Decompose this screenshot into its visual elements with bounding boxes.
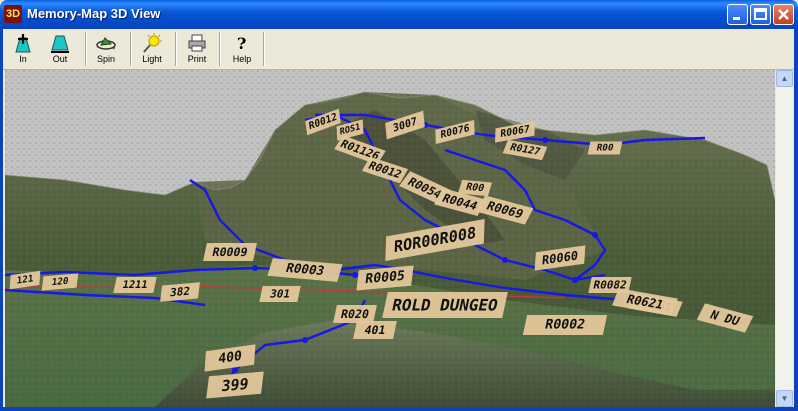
zoom-in-icon (15, 34, 31, 53)
svg-text:ROLD DUNGEO: ROLD DUNGEO (390, 296, 499, 315)
svg-text:R0002: R0002 (544, 318, 587, 333)
map-label: 401 (353, 321, 397, 339)
spin-label: Spin (96, 54, 115, 64)
toolbar-separator (175, 32, 177, 66)
svg-text:1211: 1211 (121, 279, 149, 291)
scroll-up-button[interactable]: ▲ (776, 70, 793, 87)
zoom-in-button[interactable]: In (8, 32, 38, 66)
toolbar-separator (130, 32, 132, 66)
window-frame-left (0, 29, 3, 411)
vertical-scrollbar[interactable]: ▲ ▼ (776, 70, 793, 407)
help-label: Help (232, 54, 252, 64)
svg-text:301: 301 (269, 288, 292, 301)
map-label: R00 (457, 179, 493, 197)
help-button[interactable]: ? Help (226, 32, 258, 66)
close-button[interactable] (773, 4, 794, 25)
map-label: 1211 (113, 277, 157, 293)
print-label: Print (187, 54, 207, 64)
svg-text:120: 120 (51, 276, 69, 289)
minimize-icon (733, 17, 740, 20)
window-frame-right (794, 29, 798, 411)
maximize-icon (754, 8, 767, 20)
svg-text:?: ? (237, 34, 246, 53)
maximize-button[interactable] (750, 4, 771, 25)
terrain-render[interactable]: R0012 ROS1 3007 R0076 R0067R01126 R0127 R00R00… (5, 70, 775, 407)
scroll-down-button[interactable]: ▼ (776, 390, 793, 407)
map-label: R0002 (522, 315, 608, 335)
zoom-out-label: Out (52, 54, 68, 64)
toolbar-separator (219, 32, 221, 66)
svg-text:399: 399 (220, 375, 249, 395)
terrain-3d-view[interactable]: R0012 ROS1 3007 R0076 R0067 R01126 R0127 R00 R00… (5, 70, 775, 407)
printer-icon (188, 34, 206, 52)
svg-text:401: 401 (363, 323, 387, 337)
light-label: Light (142, 54, 162, 64)
minimize-button[interactable] (727, 4, 748, 25)
close-icon (778, 9, 789, 20)
zoom-out-icon (51, 35, 69, 53)
print-button[interactable]: Print (181, 32, 213, 66)
zoom-out-button[interactable]: Out (44, 32, 76, 66)
light-bulb-icon (143, 33, 162, 53)
svg-text:R00: R00 (464, 182, 485, 194)
memory-map-3d-window: 3D Memory-Map 3D View In Out Spin Light … (0, 0, 798, 411)
zoom-in-label: In (19, 54, 27, 64)
svg-text:R020: R020 (340, 307, 371, 321)
title-bar[interactable]: 3D Memory-Map 3D View (0, 0, 798, 29)
map-label: R020 (333, 305, 377, 323)
toolbar: In Out Spin Light Print ? Help (0, 29, 798, 70)
map-label: R0009 (203, 243, 257, 261)
help-icon: ? (237, 34, 246, 53)
app-icon: 3D (4, 5, 22, 23)
toolbar-separator (263, 32, 265, 66)
window-frame-bottom (0, 407, 798, 411)
map-label: ROLD DUNGEO (382, 292, 508, 318)
spin-icon (96, 37, 116, 50)
map-label: 301 (259, 286, 301, 302)
light-button[interactable]: Light (136, 32, 168, 66)
svg-text:R00: R00 (595, 143, 614, 154)
window-title: Memory-Map 3D View (27, 6, 161, 21)
toolbar-separator (85, 32, 87, 66)
svg-text:382: 382 (169, 285, 190, 300)
map-label: R00 (587, 141, 623, 155)
svg-text:R0009: R0009 (211, 245, 249, 259)
spin-button[interactable]: Spin (90, 32, 122, 66)
